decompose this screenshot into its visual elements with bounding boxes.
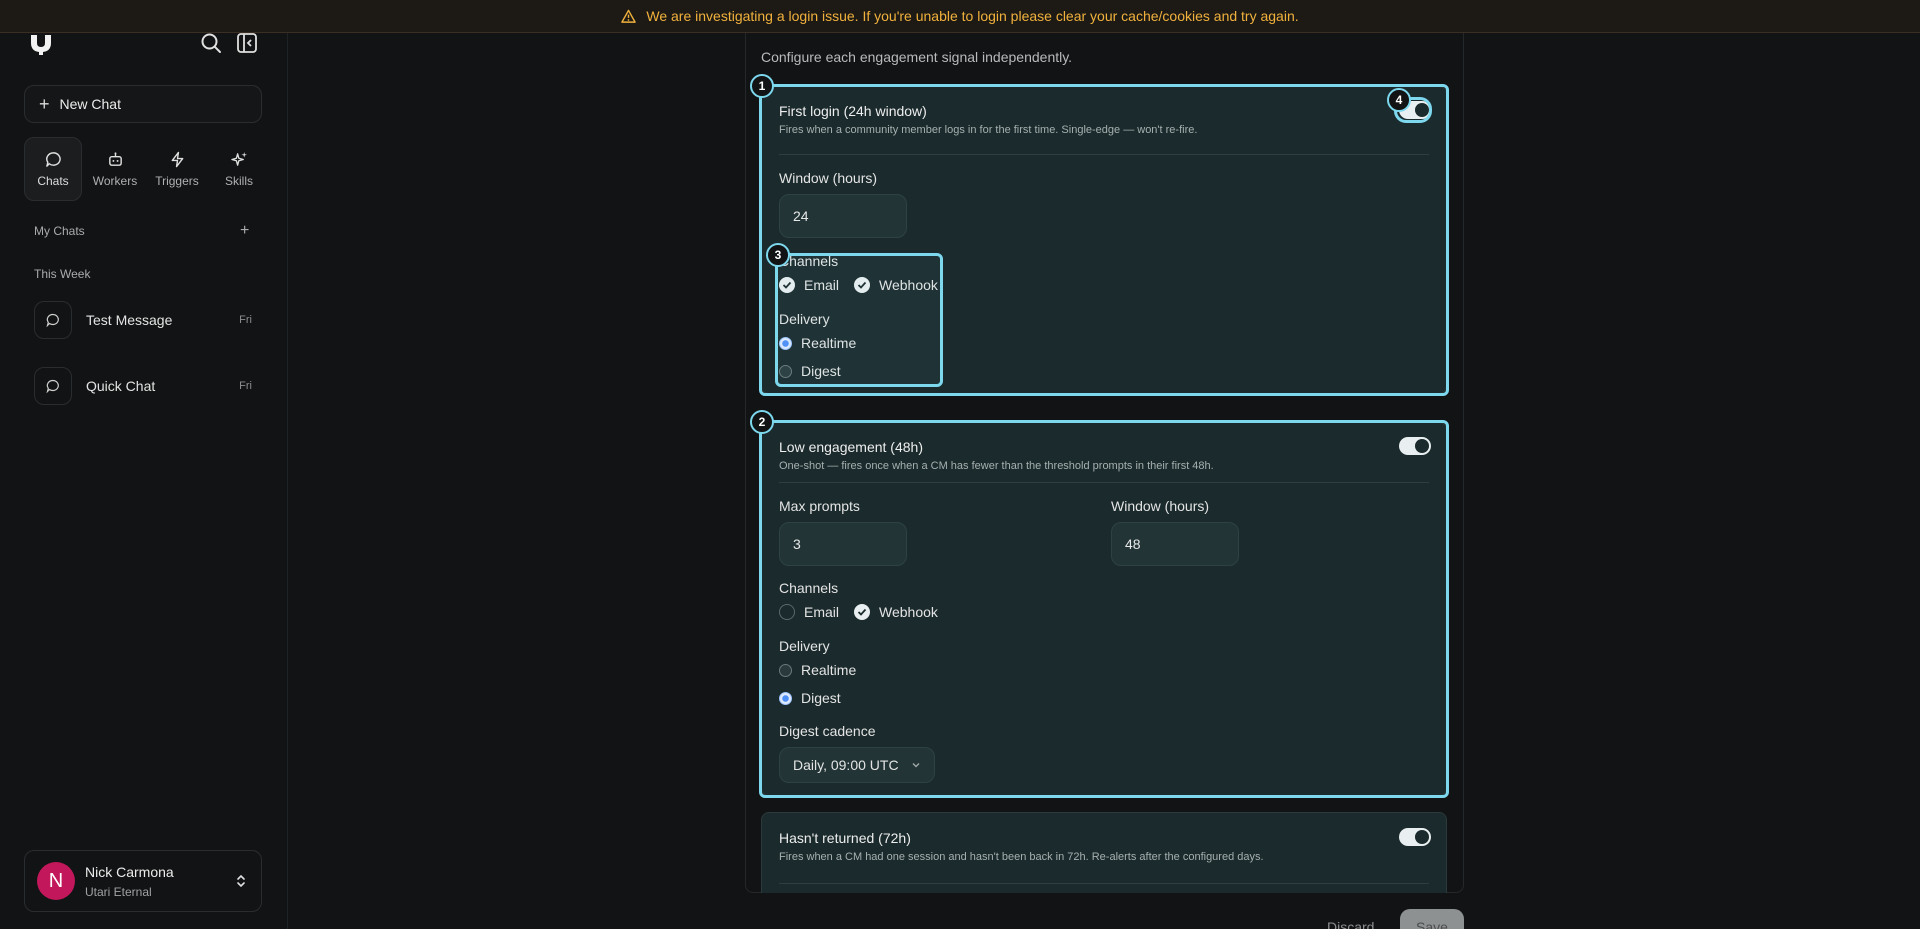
card-title: Hasn't returned (72h) [779,830,911,846]
digest-cadence-select[interactable]: Daily, 09:00 UTC [779,747,935,783]
channel-webhook-label: Webhook [879,604,938,620]
chat-bubble-icon [34,367,72,405]
tab-workers-label: Workers [92,173,138,188]
signal-card-low-engagement: Low engagement (48h) One-shot — fires on… [761,422,1447,796]
tab-chats[interactable]: Chats [24,137,82,201]
signal-card-first-login: First login (24h window) Fires when a co… [761,86,1447,394]
chat-list-item[interactable]: Quick Chat Fri [34,367,262,405]
channel-email-label: Email [804,604,840,620]
new-chat-button[interactable]: + New Chat [24,85,262,123]
unchecked-icon [779,604,795,620]
divider [779,154,1429,155]
robot-icon [108,151,122,166]
digest-cadence-label: Digest cadence [779,723,876,739]
channel-email-label: Email [804,277,840,293]
add-chat-icon[interactable]: + [240,222,249,240]
user-account-menu[interactable]: N Nick Carmona Utari Eternal [24,850,262,912]
sparkles-icon [230,151,247,166]
discard-button[interactable]: Discard [1327,919,1374,929]
tab-skills-label: Skills [224,173,253,188]
check-icon [779,277,795,293]
realtime-label: Realtime [801,662,857,678]
window-hours-input[interactable] [1111,522,1239,566]
delivery-digest-radio[interactable]: Digest [779,690,841,706]
window-hours-input[interactable] [779,194,907,238]
chat-day: Fri [239,380,252,392]
chevron-up-down-icon [237,874,245,888]
delivery-realtime-radio[interactable]: Realtime [779,335,856,351]
warning-icon [621,9,637,23]
new-chat-label: New Chat [59,96,121,112]
check-icon [854,277,870,293]
channel-webhook-checkbox[interactable]: Webhook [854,604,938,620]
annotation-badge-3: 3 [766,243,790,267]
window-label: Window (hours) [779,170,878,186]
card-description: One-shot — fires once when a CM has fewe… [779,460,1214,472]
annotation-badge-4: 4 [1387,88,1411,112]
card-description: Fires when a community member logs in fo… [779,124,1198,136]
tab-chats-label: Chats [37,173,69,188]
sidebar: + New Chat Chats Workers Triggers Skills… [0,0,288,929]
search-icon[interactable] [200,32,222,54]
card-title: Low engagement (48h) [779,439,923,455]
app-logo-icon[interactable] [29,33,53,55]
digest-label: Digest [801,363,841,379]
channel-email-checkbox[interactable]: Email [779,604,839,620]
collapse-sidebar-icon[interactable] [236,32,258,54]
max-prompts-input[interactable] [779,522,907,566]
channel-webhook-label: Webhook [879,277,938,293]
avatar: N [37,862,75,900]
chat-bubble-icon [34,301,72,339]
chat-title: Test Message [86,312,173,328]
channels-label: Channels [779,580,839,596]
tab-workers[interactable]: Workers [86,137,144,201]
chat-day: Fri [239,314,252,326]
annotation-badge-2: 2 [750,410,774,434]
announcement-banner: We are investigating a login issue. If y… [0,0,1920,33]
user-name: Nick Carmona [85,863,174,880]
realtime-label: Realtime [801,335,857,351]
channel-webhook-checkbox[interactable]: Webhook [854,277,938,293]
tab-triggers-label: Triggers [155,173,199,188]
check-icon [854,604,870,620]
enable-toggle[interactable] [1399,437,1431,455]
max-prompts-label: Max prompts [779,498,860,514]
divider [779,883,1429,884]
delivery-label: Delivery [779,311,830,327]
delivery-label: Delivery [779,638,830,654]
this-week-heading: This Week [34,267,91,281]
card-title: First login (24h window) [779,103,927,119]
chevron-down-icon [912,763,920,768]
tab-triggers[interactable]: Triggers [148,137,206,201]
tab-skills[interactable]: Skills [210,137,268,201]
delivery-realtime-radio[interactable]: Realtime [779,662,856,678]
chat-list-item[interactable]: Test Message Fri [34,301,262,339]
panel-subtitle: Configure each engagement signal indepen… [761,49,1073,65]
banner-message: We are investigating a login issue. If y… [646,8,1299,24]
digest-label: Digest [801,690,841,706]
digest-cadence-value: Daily, 09:00 UTC [793,757,899,773]
chat-bubble-icon [45,151,61,167]
delivery-digest-radio[interactable]: Digest [779,363,841,379]
user-org: Utari Eternal [85,884,152,899]
divider [779,482,1429,483]
channel-email-checkbox[interactable]: Email [779,277,839,293]
signal-card-hasnt-returned: Hasn't returned (72h) Fires when a CM ha… [761,812,1447,893]
my-chats-heading: My Chats [34,224,85,238]
chat-title: Quick Chat [86,378,156,394]
plus-icon: + [39,94,50,114]
card-description: Fires when a CM had one session and hasn… [779,851,1264,863]
lightning-icon [171,151,183,167]
enable-toggle[interactable] [1399,828,1431,846]
annotation-badge-1: 1 [750,74,774,98]
window-label: Window (hours) [1111,498,1210,514]
sidebar-nav-tabs: Chats Workers Triggers Skills [24,137,268,201]
save-button[interactable]: Save [1400,909,1464,929]
